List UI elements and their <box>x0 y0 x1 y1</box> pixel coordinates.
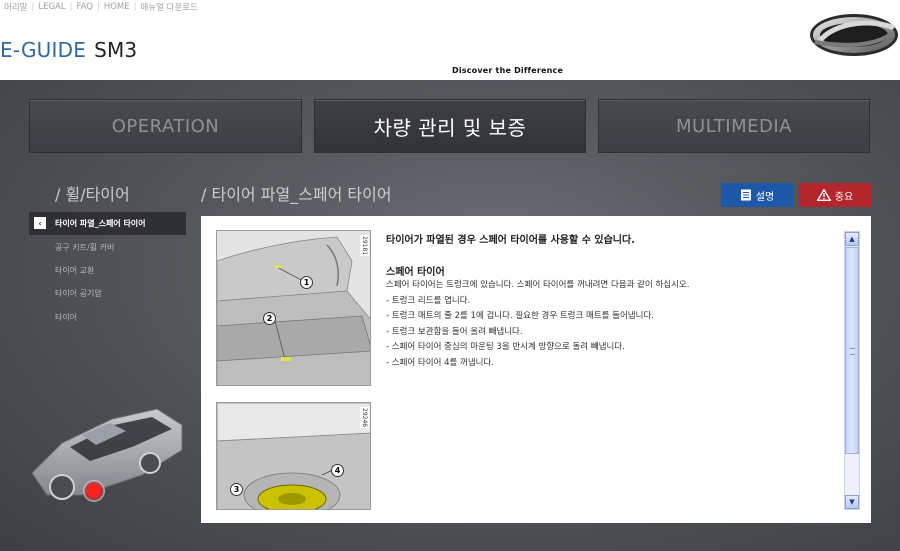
tab-vehicle-care[interactable]: 차량 관리 및 보증 <box>314 99 586 153</box>
sidebar-item-tire[interactable]: 타이어 <box>29 306 186 329</box>
content-line: - 트렁크 보관함을 들어 올려 빼냅니다. <box>386 326 523 337</box>
separator: | <box>133 2 137 12</box>
header: 머리말 | LEGAL | FAQ | HOME | 매뉴얼 다운로드 E-GU… <box>0 0 900 80</box>
subhead: 스페어 타이어 <box>386 267 445 278</box>
separator: | <box>96 2 100 12</box>
content-line: - 트렁크 리드를 엽니다. <box>386 295 471 306</box>
document-icon <box>740 189 751 201</box>
car-illustration <box>31 408 183 502</box>
sidebar-item-flat-tire[interactable]: ‹ 타이어 파열_스페어 타이어 <box>29 212 186 236</box>
brand-eguide: E-GUIDE <box>0 38 87 62</box>
content-line: - 스페어 타이어 중심의 마운팅 3을 반시계 방향으로 돌려 빼냅니다. <box>386 342 625 352</box>
callout-4: 4 <box>331 464 344 477</box>
sidebar-item-tool-kit[interactable]: 공구 키트/휠 커버 <box>29 235 186 258</box>
grip-icon <box>850 348 855 355</box>
brand-title: E-GUIDE SM3 <box>0 38 137 62</box>
chevron-down-icon: ▼ <box>849 498 855 506</box>
sidebar-item-tire-change[interactable]: 타이어 교환 <box>29 259 186 282</box>
samsung-logo-icon <box>810 14 898 56</box>
separator: | <box>31 2 35 12</box>
trunk-diagram-image: 29181 1 2 <box>216 230 371 386</box>
trunk-illustration <box>217 231 370 385</box>
tagline: Discover the Difference <box>449 62 900 80</box>
separator: | <box>69 2 73 12</box>
callout-3: 3 <box>230 483 243 496</box>
important-button[interactable]: 중요 <box>799 183 871 207</box>
chevron-left-icon: ‹ <box>34 217 46 229</box>
warning-triangle-icon <box>816 189 831 201</box>
callout-1: 1 <box>300 276 313 289</box>
page-title: / 타이어 파열_스페어 타이어 <box>201 185 392 204</box>
section-title: / 휠/타이어 <box>55 185 130 204</box>
link-faq[interactable]: FAQ <box>76 2 92 12</box>
sidebar-item-label: 타이어 파열_스페어 타이어 <box>55 219 146 229</box>
sidebar: ‹ 타이어 파열_스페어 타이어 공구 키트/휠 커버 타이어 교환 타이어 공… <box>29 212 186 329</box>
link-manual-download[interactable]: 매뉴얼 다운로드 <box>140 1 197 13</box>
scroll-up-button[interactable]: ▲ <box>845 232 859 246</box>
chevron-up-icon: ▲ <box>849 235 855 243</box>
content-line: - 스페어 타이어 4를 꺼냅니다. <box>386 357 495 368</box>
sidebar-item-label: 공구 키트/휠 커버 <box>55 242 115 252</box>
content-line: 스페어 타이어는 트렁크에 있습니다. 스페어 타이어를 꺼내려면 다음과 같이… <box>386 280 690 290</box>
link-legal[interactable]: LEGAL <box>38 2 65 12</box>
spare-tire-image: 29246 3 4 <box>216 402 371 510</box>
link-preface[interactable]: 머리말 <box>4 1 27 13</box>
lead-text: 타이어가 파열된 경우 스페어 타이어를 사용할 수 있습니다. <box>386 235 635 246</box>
important-label: 중요 <box>834 191 854 203</box>
sidebar-item-tire-pressure[interactable]: 타이어 공기압 <box>29 282 186 305</box>
sidebar-item-label: 타이어 <box>55 312 78 322</box>
scroll-thumb[interactable] <box>845 247 859 454</box>
scrollbar[interactable]: ▲ ▼ <box>844 231 860 510</box>
content-panel: 29181 1 2 29246 3 4 타이어가 파열된 경우 스페어 타이어를… <box>201 216 871 523</box>
content-text: 타이어가 파열된 경우 스페어 타이어를 사용할 수 있습니다. 스페어 타이어… <box>386 231 836 371</box>
image-code-1: 29181 <box>360 235 369 257</box>
brand-model: SM3 <box>94 38 138 62</box>
explain-label: 설명 <box>755 191 775 203</box>
image-code-2: 29246 <box>360 407 369 429</box>
top-links: 머리말 | LEGAL | FAQ | HOME | 매뉴얼 다운로드 <box>4 1 198 13</box>
link-home[interactable]: HOME <box>104 2 130 12</box>
sidebar-item-label: 타이어 공기압 <box>55 289 102 299</box>
content-line: - 트렁크 매트의 줄 2를 1에 겁니다. 필요한 경우 트렁크 매트를 들어… <box>386 311 654 321</box>
explain-button[interactable]: 설명 <box>721 183 793 207</box>
tab-operation[interactable]: OPERATION <box>29 99 302 153</box>
scroll-down-button[interactable]: ▼ <box>845 495 859 509</box>
tab-multimedia[interactable]: MULTIMEDIA <box>598 99 870 153</box>
callout-2: 2 <box>263 312 276 325</box>
sidebar-item-label: 타이어 교환 <box>55 265 95 275</box>
